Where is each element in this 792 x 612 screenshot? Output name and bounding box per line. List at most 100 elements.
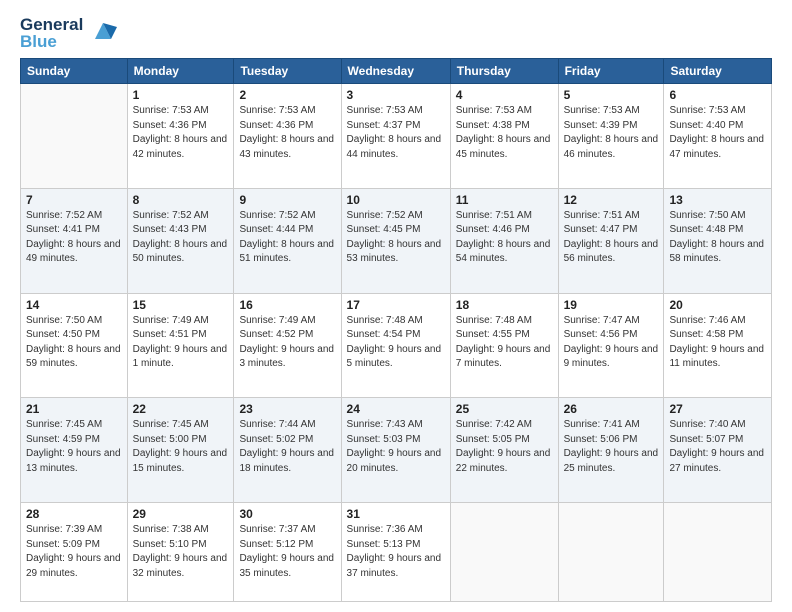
logo-text-general: General [20,16,83,33]
calendar-cell: 30Sunrise: 7:37 AMSunset: 5:12 PMDayligh… [234,503,341,602]
day-info: Sunrise: 7:53 AMSunset: 4:39 PMDaylight:… [564,104,659,162]
calendar-cell: 15 Sunrise: 7:49 AMSunset: 4:51 PMDayligh… [127,293,234,398]
calendar-cell: 16Sunrise: 7:49 AMSunset: 4:52 PMDayligh… [234,293,341,398]
calendar-cell: 25 Sunrise: 7:42 AMSunset: 5:05 PMDayligh… [450,398,558,503]
calendar-cell: 24Sunrise: 7:43 AMSunset: 5:03 PMDayligh… [341,398,450,503]
day-number: 28 [26,507,122,521]
calendar-cell: 29 Sunrise: 7:38 AMSunset: 5:10 PMDayligh… [127,503,234,602]
day-info: Sunrise: 7:52 AMSunset: 4:41 PMDaylight:… [26,209,122,267]
weekday-header-thursday: Thursday [450,59,558,84]
day-info: Sunrise: 7:47 AMSunset: 4:56 PMDaylight:… [564,314,659,372]
day-info: Sunrise: 7:44 AMSunset: 5:02 PMDaylight:… [239,418,335,476]
weekday-header-wednesday: Wednesday [341,59,450,84]
calendar-cell: 11 Sunrise: 7:51 AMSunset: 4:46 PMDayligh… [450,188,558,293]
day-info: Sunrise: 7:45 AMSunset: 4:59 PMDaylight:… [26,418,122,476]
day-number: 18 [456,298,553,312]
day-info: Sunrise: 7:53 AMSunset: 4:36 PMDaylight:… [133,104,229,162]
day-number: 29 [133,507,229,521]
calendar-cell [21,84,128,189]
day-info: Sunrise: 7:53 AMSunset: 4:36 PMDaylight:… [239,104,335,162]
day-info: Sunrise: 7:48 AMSunset: 4:55 PMDaylight:… [456,314,553,372]
calendar-cell: 8 Sunrise: 7:52 AMSunset: 4:43 PMDaylight… [127,188,234,293]
day-number: 14 [26,298,122,312]
day-number: 8 [133,193,229,207]
calendar-cell: 27 Sunrise: 7:40 AMSunset: 5:07 PMDayligh… [664,398,772,503]
calendar-cell [450,503,558,602]
weekday-header-sunday: Sunday [21,59,128,84]
weekday-header-row: SundayMondayTuesdayWednesdayThursdayFrid… [21,59,772,84]
day-info: Sunrise: 7:50 AMSunset: 4:50 PMDaylight:… [26,314,122,372]
day-info: Sunrise: 7:51 AMSunset: 4:46 PMDaylight:… [456,209,553,267]
day-info: Sunrise: 7:52 AMSunset: 4:43 PMDaylight:… [133,209,229,267]
day-number: 2 [239,88,335,102]
day-info: Sunrise: 7:42 AMSunset: 5:05 PMDaylight:… [456,418,553,476]
day-number: 6 [669,88,766,102]
day-info: Sunrise: 7:52 AMSunset: 4:45 PMDaylight:… [347,209,445,267]
day-number: 1 [133,88,229,102]
calendar-cell: 19Sunrise: 7:47 AMSunset: 4:56 PMDayligh… [558,293,664,398]
day-info: Sunrise: 7:48 AMSunset: 4:54 PMDaylight:… [347,314,445,372]
calendar-cell: 7 Sunrise: 7:52 AMSunset: 4:41 PMDaylight… [21,188,128,293]
day-info: Sunrise: 7:51 AMSunset: 4:47 PMDaylight:… [564,209,659,267]
day-number: 16 [239,298,335,312]
day-number: 22 [133,402,229,416]
day-info: Sunrise: 7:49 AMSunset: 4:51 PMDaylight:… [133,314,229,372]
weekday-header-saturday: Saturday [664,59,772,84]
calendar-cell: 10Sunrise: 7:52 AMSunset: 4:45 PMDayligh… [341,188,450,293]
calendar-cell: 31Sunrise: 7:36 AMSunset: 5:13 PMDayligh… [341,503,450,602]
calendar-cell: 26 Sunrise: 7:41 AMSunset: 5:06 PMDayligh… [558,398,664,503]
calendar-cell: 5 Sunrise: 7:53 AMSunset: 4:39 PMDaylight… [558,84,664,189]
day-number: 25 [456,402,553,416]
day-number: 17 [347,298,445,312]
day-number: 30 [239,507,335,521]
day-number: 13 [669,193,766,207]
day-number: 21 [26,402,122,416]
day-number: 26 [564,402,659,416]
day-number: 15 [133,298,229,312]
calendar-cell: 18 Sunrise: 7:48 AMSunset: 4:55 PMDayligh… [450,293,558,398]
day-info: Sunrise: 7:43 AMSunset: 5:03 PMDaylight:… [347,418,445,476]
day-number: 3 [347,88,445,102]
day-info: Sunrise: 7:38 AMSunset: 5:10 PMDaylight:… [133,523,229,581]
calendar-cell: 2 Sunrise: 7:53 AMSunset: 4:36 PMDaylight… [234,84,341,189]
weekday-header-monday: Monday [127,59,234,84]
logo-icon [89,17,117,45]
weekday-header-tuesday: Tuesday [234,59,341,84]
logo-text-blue: Blue [20,33,83,50]
calendar-cell: 28 Sunrise: 7:39 AMSunset: 5:09 PMDayligh… [21,503,128,602]
calendar-cell: 9 Sunrise: 7:52 AMSunset: 4:44 PMDaylight… [234,188,341,293]
day-info: Sunrise: 7:46 AMSunset: 4:58 PMDaylight:… [669,314,766,372]
day-number: 20 [669,298,766,312]
calendar-cell [558,503,664,602]
day-info: Sunrise: 7:53 AMSunset: 4:40 PMDaylight:… [669,104,766,162]
calendar-cell: 17 Sunrise: 7:48 AMSunset: 4:54 PMDayligh… [341,293,450,398]
weekday-header-friday: Friday [558,59,664,84]
day-info: Sunrise: 7:36 AMSunset: 5:13 PMDaylight:… [347,523,445,581]
day-number: 5 [564,88,659,102]
calendar-cell: 3 Sunrise: 7:53 AMSunset: 4:37 PMDaylight… [341,84,450,189]
day-info: Sunrise: 7:53 AMSunset: 4:38 PMDaylight:… [456,104,553,162]
calendar-cell [664,503,772,602]
calendar-cell: 23 Sunrise: 7:44 AMSunset: 5:02 PMDayligh… [234,398,341,503]
calendar-cell: 6 Sunrise: 7:53 AMSunset: 4:40 PMDaylight… [664,84,772,189]
calendar-cell: 21 Sunrise: 7:45 AMSunset: 4:59 PMDayligh… [21,398,128,503]
day-info: Sunrise: 7:52 AMSunset: 4:44 PMDaylight:… [239,209,335,267]
day-number: 7 [26,193,122,207]
calendar-cell: 1 Sunrise: 7:53 AMSunset: 4:36 PMDaylight… [127,84,234,189]
logo: General Blue [20,16,117,50]
day-info: Sunrise: 7:39 AMSunset: 5:09 PMDaylight:… [26,523,122,581]
day-info: Sunrise: 7:53 AMSunset: 4:37 PMDaylight:… [347,104,445,162]
day-number: 27 [669,402,766,416]
calendar-cell: 14 Sunrise: 7:50 AMSunset: 4:50 PMDayligh… [21,293,128,398]
calendar-cell: 13Sunrise: 7:50 AMSunset: 4:48 PMDayligh… [664,188,772,293]
day-number: 9 [239,193,335,207]
day-info: Sunrise: 7:41 AMSunset: 5:06 PMDaylight:… [564,418,659,476]
calendar-cell: 12 Sunrise: 7:51 AMSunset: 4:47 PMDayligh… [558,188,664,293]
page: General Blue SundayMondayTuesdayWednesda… [0,0,792,612]
day-number: 12 [564,193,659,207]
day-info: Sunrise: 7:40 AMSunset: 5:07 PMDaylight:… [669,418,766,476]
day-number: 11 [456,193,553,207]
header: General Blue [20,16,772,50]
day-number: 23 [239,402,335,416]
calendar-cell: 4Sunrise: 7:53 AMSunset: 4:38 PMDaylight… [450,84,558,189]
